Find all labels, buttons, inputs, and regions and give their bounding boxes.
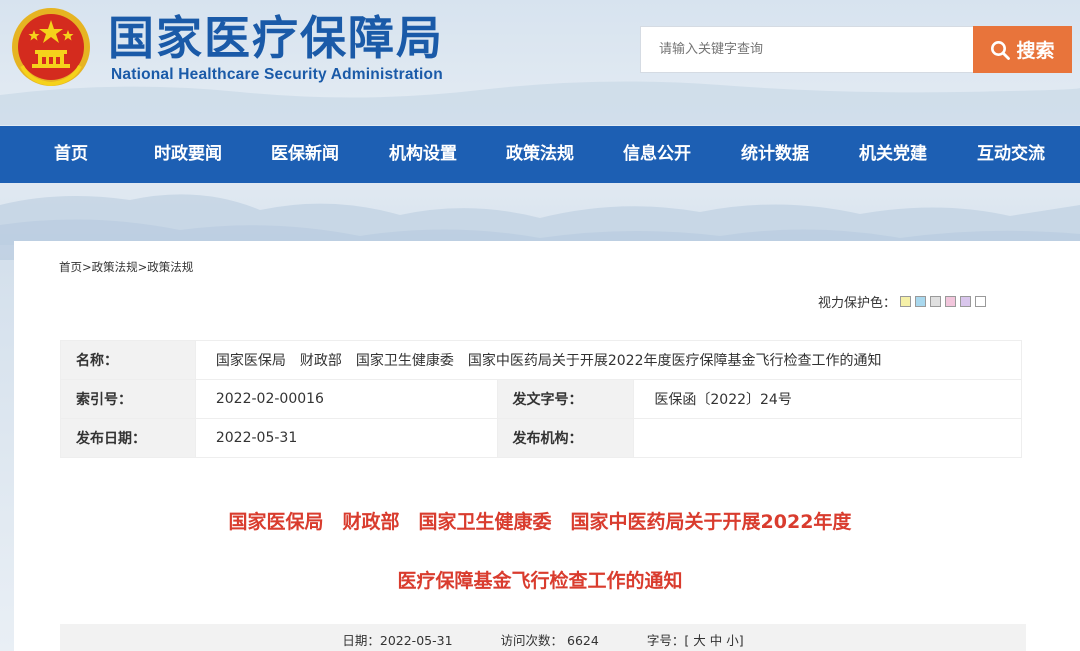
article-date: 日期：2022-05-31: [342, 632, 453, 648]
eye-care-swatch-pink[interactable]: [945, 296, 957, 307]
visit-count: 访问次数： 6624: [500, 632, 599, 648]
nav-item-home[interactable]: 首页: [54, 126, 88, 183]
search-input[interactable]: [640, 26, 974, 73]
table-row: 发布日期： 2022-05-31 发布机构：: [60, 418, 1022, 458]
nav-item-statistics[interactable]: 统计数据: [741, 126, 809, 183]
breadcrumb-home[interactable]: 首页: [59, 260, 82, 274]
eye-care-selector: 视力保护色：: [818, 292, 987, 311]
breadcrumb-separator: >: [82, 260, 92, 274]
font-size-label: 字号：[: [646, 632, 690, 648]
content-panel: 首页>政策法规>政策法规 视力保护色： 名称： 国家医保局 财政部 国家卫生健康…: [14, 241, 1080, 651]
name-label: 名称：: [60, 340, 196, 380]
nav-item-politics-news[interactable]: 时政要闻: [154, 126, 222, 183]
doc-number-label: 发文字号：: [496, 379, 635, 419]
nav-item-party-building[interactable]: 机关党建: [859, 126, 927, 183]
eye-care-swatch-white[interactable]: [975, 296, 987, 307]
nav-item-organization[interactable]: 机构设置: [389, 126, 457, 183]
table-row: 名称： 国家医保局 财政部 国家卫生健康委 国家中医药局关于开展2022年度医疗…: [60, 340, 1023, 380]
nav-item-information[interactable]: 信息公开: [623, 126, 691, 183]
article-title-line2: 医疗保障基金飞行检查工作的通知: [397, 570, 683, 592]
article-title-line1: 国家医保局 财政部 国家卫生健康委 国家中医药局关于开展2022年度: [228, 511, 852, 533]
nav-item-interaction[interactable]: 互动交流: [977, 126, 1045, 183]
font-size-small[interactable]: 小: [726, 633, 739, 648]
eye-care-swatch-gray[interactable]: [930, 296, 942, 307]
document-metadata-table: 名称： 国家医保局 财政部 国家卫生健康委 国家中医药局关于开展2022年度医疗…: [60, 340, 1023, 458]
index-label: 索引号：: [60, 379, 196, 419]
article-info-bar: 日期：2022-05-31 访问次数： 6624 字号：[ 大 中 小]: [60, 624, 1026, 651]
table-row: 索引号： 2022-02-00016 发文字号： 医保函〔2022〕24号: [60, 379, 1022, 419]
site-subtitle: National Healthcare Security Administrat…: [111, 66, 443, 83]
publish-date-label: 发布日期：: [60, 418, 196, 458]
breadcrumb-policies[interactable]: 政策法规: [92, 260, 138, 274]
nav-item-healthcare-news[interactable]: 医保新闻: [271, 126, 339, 183]
publisher-label: 发布机构：: [496, 418, 635, 458]
font-size-bracket: ]: [738, 632, 744, 648]
search-button[interactable]: 搜索: [973, 26, 1072, 73]
nav-item-policies[interactable]: 政策法规: [506, 126, 574, 183]
breadcrumb-separator: >: [137, 260, 148, 274]
doc-number-value: 医保函〔2022〕24号: [633, 379, 1022, 419]
eye-care-swatch-yellow[interactable]: [900, 296, 912, 307]
font-size-medium[interactable]: 中: [710, 633, 723, 648]
site-header: 国家医疗保障局 National Healthcare Security Adm…: [0, 0, 1080, 125]
eye-care-swatch-blue[interactable]: [915, 296, 927, 307]
name-value: 国家医保局 财政部 国家卫生健康委 国家中医药局关于开展2022年度医疗保障基金…: [194, 340, 1023, 380]
main-navigation: 首页 时政要闻 医保新闻 机构设置 政策法规 信息公开 统计数据 机关党建 互动…: [0, 126, 1080, 183]
publisher-value: [633, 418, 1022, 458]
font-size-large[interactable]: 大: [693, 633, 706, 648]
site-title: 国家医疗保障局: [108, 11, 444, 65]
breadcrumb-policies-sub[interactable]: 政策法规: [147, 260, 193, 274]
font-size-controls: 字号：[ 大 中 小]: [647, 630, 744, 649]
search-icon: [991, 40, 1011, 60]
eye-care-label: 视力保护色：: [818, 296, 897, 311]
search-button-label: 搜索: [1016, 40, 1055, 62]
national-emblem-icon: [12, 8, 90, 87]
publish-date-value: 2022-05-31: [194, 418, 498, 458]
breadcrumb: 首页>政策法规>政策法规: [59, 259, 193, 275]
index-value: 2022-02-00016: [194, 379, 498, 419]
eye-care-swatch-purple[interactable]: [960, 296, 972, 307]
